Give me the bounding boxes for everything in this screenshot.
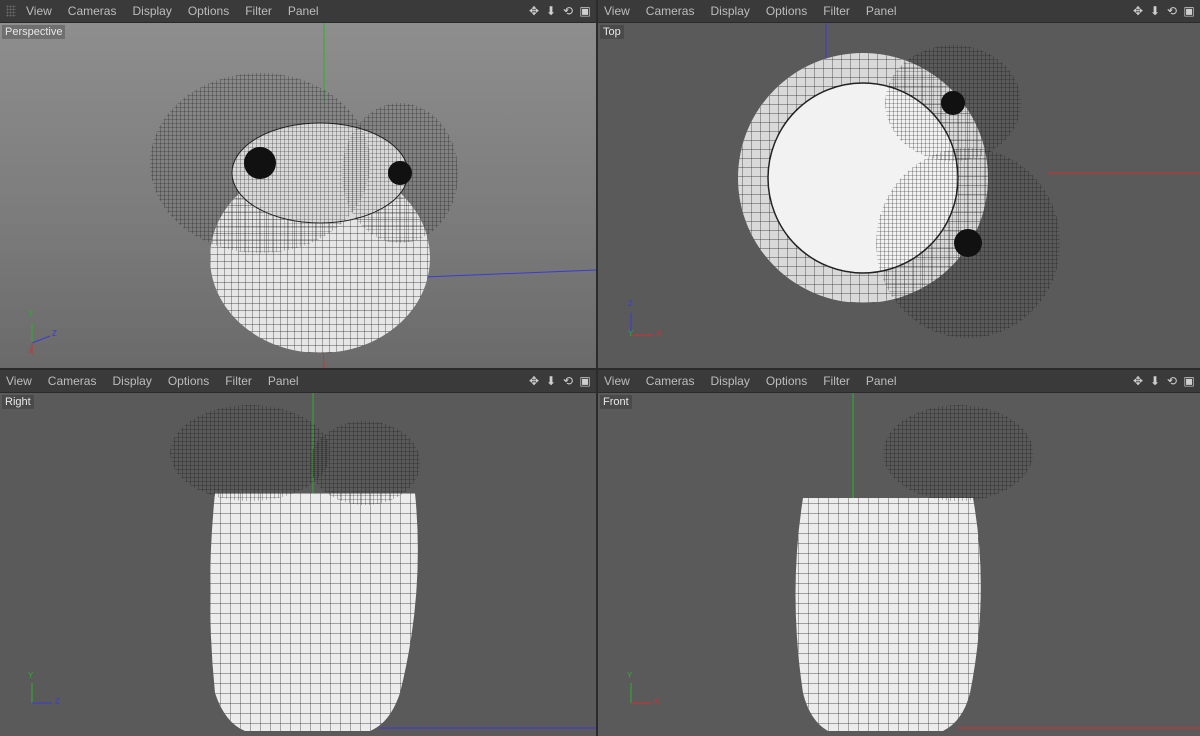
- zoom-view-icon[interactable]: ⬇: [544, 374, 558, 388]
- perspective-scene: [31, 23, 596, 368]
- menu-filter[interactable]: Filter: [815, 370, 858, 392]
- menu-filter[interactable]: Filter: [217, 370, 260, 392]
- right-scene: [31, 393, 596, 731]
- menu-options[interactable]: Options: [180, 0, 237, 22]
- axis-y-label: Y: [28, 309, 34, 318]
- axis-x-label: X: [656, 329, 662, 338]
- menu-panel[interactable]: Panel: [858, 0, 905, 22]
- menu-cameras[interactable]: Cameras: [40, 370, 105, 392]
- menu-filter[interactable]: Filter: [815, 0, 858, 22]
- menu-view[interactable]: View: [0, 370, 40, 392]
- rotate-view-icon[interactable]: ⟲: [1165, 4, 1179, 18]
- viewport-menubar: View Cameras Display Options Filter Pane…: [0, 0, 596, 23]
- menu-options[interactable]: Options: [758, 0, 815, 22]
- menu-display[interactable]: Display: [702, 370, 757, 392]
- viewport-perspective[interactable]: View Cameras Display Options Filter Pane…: [0, 0, 596, 368]
- viewport-label: Perspective: [2, 25, 66, 39]
- viewport-right[interactable]: View Cameras Display Options Filter Pane…: [0, 370, 596, 736]
- viewport-label: Top: [600, 25, 624, 39]
- toggle-maximize-icon[interactable]: ▣: [578, 374, 592, 388]
- viewport-label: Front: [600, 395, 632, 409]
- menu-display[interactable]: Display: [104, 370, 159, 392]
- axis-z-label: Z: [628, 299, 633, 308]
- move-view-icon[interactable]: ✥: [527, 4, 541, 18]
- menu-panel[interactable]: Panel: [260, 370, 307, 392]
- axis-z-label: Z: [52, 329, 57, 338]
- move-view-icon[interactable]: ✥: [1131, 4, 1145, 18]
- viewport-canvas[interactable]: Y Z: [0, 393, 596, 736]
- axis-x-label: X: [654, 697, 660, 706]
- axis-x-label: X: [28, 347, 34, 356]
- move-view-icon[interactable]: ✥: [1131, 374, 1145, 388]
- menu-view[interactable]: View: [598, 370, 638, 392]
- viewport-menubar: View Cameras Display Options Filter Pane…: [598, 0, 1200, 23]
- top-scene: [630, 23, 1200, 338]
- viewport-menubar: View Cameras Display Options Filter Pane…: [598, 370, 1200, 393]
- axis-z-label: Z: [55, 697, 60, 706]
- panel-grip-icon[interactable]: [6, 5, 16, 17]
- menu-options[interactable]: Options: [758, 370, 815, 392]
- menu-view[interactable]: View: [598, 0, 638, 22]
- zoom-view-icon[interactable]: ⬇: [1148, 4, 1162, 18]
- viewport-grid: View Cameras Display Options Filter Pane…: [0, 0, 1200, 736]
- menu-display[interactable]: Display: [124, 0, 179, 22]
- viewport-menubar: View Cameras Display Options Filter Pane…: [0, 370, 596, 393]
- menu-cameras[interactable]: Cameras: [638, 370, 703, 392]
- axis-y-label: Y: [628, 329, 634, 338]
- toggle-maximize-icon[interactable]: ▣: [578, 4, 592, 18]
- move-view-icon[interactable]: ✥: [527, 374, 541, 388]
- viewport-front[interactable]: View Cameras Display Options Filter Pane…: [598, 370, 1200, 736]
- viewport-canvas[interactable]: Z Y X: [598, 23, 1200, 368]
- menu-cameras[interactable]: Cameras: [638, 0, 703, 22]
- axis-y-label: Y: [627, 671, 633, 680]
- viewport-canvas[interactable]: Y X: [598, 393, 1200, 736]
- menu-panel[interactable]: Panel: [280, 0, 327, 22]
- zoom-view-icon[interactable]: ⬇: [1148, 374, 1162, 388]
- toggle-maximize-icon[interactable]: ▣: [1182, 4, 1196, 18]
- menu-display[interactable]: Display: [702, 0, 757, 22]
- menu-view[interactable]: View: [20, 0, 60, 22]
- zoom-view-icon[interactable]: ⬇: [544, 4, 558, 18]
- toggle-maximize-icon[interactable]: ▣: [1182, 374, 1196, 388]
- rotate-view-icon[interactable]: ⟲: [561, 374, 575, 388]
- menu-cameras[interactable]: Cameras: [60, 0, 125, 22]
- menu-panel[interactable]: Panel: [858, 370, 905, 392]
- axis-y-label: Y: [28, 671, 34, 680]
- viewport-label: Right: [2, 395, 34, 409]
- menu-options[interactable]: Options: [160, 370, 217, 392]
- rotate-view-icon[interactable]: ⟲: [1165, 374, 1179, 388]
- viewport-canvas[interactable]: Y Z X: [0, 23, 596, 368]
- front-scene: [630, 393, 1200, 731]
- menu-filter[interactable]: Filter: [237, 0, 280, 22]
- viewport-top[interactable]: View Cameras Display Options Filter Pane…: [598, 0, 1200, 368]
- rotate-view-icon[interactable]: ⟲: [561, 4, 575, 18]
